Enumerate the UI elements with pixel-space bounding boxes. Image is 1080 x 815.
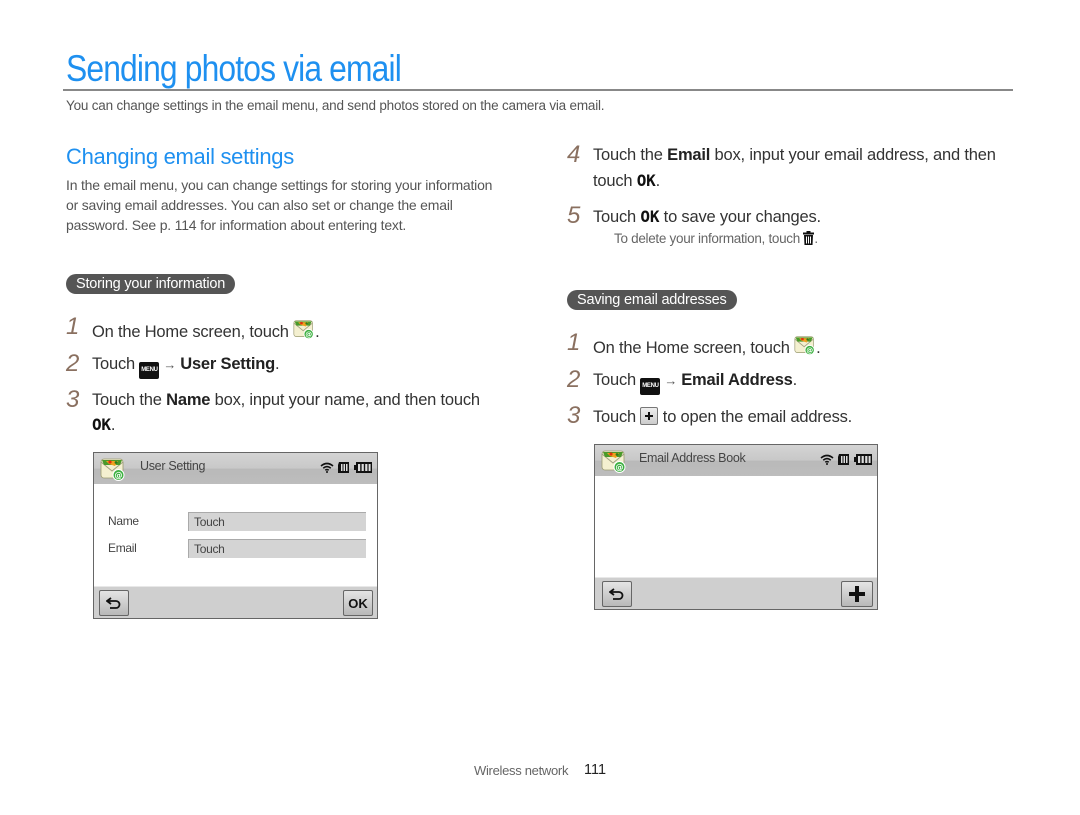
ok-icon: OK: [92, 415, 111, 434]
note-text-end: .: [814, 231, 818, 246]
step-text: On the Home screen, touch: [593, 339, 795, 357]
saving-addresses-label: Saving email addresses: [567, 290, 737, 310]
note-text: To delete your information, touch: [614, 231, 804, 246]
step-text-end: .: [655, 172, 661, 190]
step-text-end: to save your changes.: [659, 208, 821, 226]
ok-icon: OK: [640, 207, 660, 226]
wifi-icon: [320, 462, 334, 473]
name-label: Name: [166, 391, 211, 409]
wifi-icon: [820, 454, 834, 465]
step-text: Touch: [593, 208, 641, 226]
ok-button[interactable]: OK: [343, 590, 373, 616]
screen-title: Email Address Book: [639, 451, 746, 465]
battery-icon: [354, 462, 372, 473]
ok-icon: OK: [636, 171, 656, 190]
plus-icon: [640, 407, 659, 425]
step-text: Touch: [92, 355, 140, 373]
user-setting-label: User Setting: [180, 355, 276, 373]
email-app-icon: [100, 456, 126, 482]
status-icons: [820, 454, 872, 465]
step-text-end: to open the email address.: [658, 408, 853, 426]
step-number: 2: [567, 366, 581, 393]
memory-card-icon: [338, 462, 350, 473]
step-number: 3: [567, 402, 581, 429]
email-label: Email: [667, 146, 711, 164]
step-text: Touch the: [593, 146, 668, 164]
step-text-end: .: [816, 339, 821, 357]
step-number: 2: [66, 350, 80, 377]
step-number: 5: [567, 202, 581, 229]
user-setting-screen: User Setting Name Touch Email Touch OK: [93, 452, 378, 619]
back-button[interactable]: [99, 590, 129, 616]
ok-button-label: OK: [348, 595, 368, 611]
back-button[interactable]: [602, 581, 632, 607]
email-field-label: Email: [108, 541, 137, 555]
email-app-icon: [293, 318, 315, 340]
battery-icon: [854, 454, 872, 465]
delete-note: To delete your information, touch .: [614, 231, 818, 246]
menu-icon: MENU: [139, 362, 160, 379]
back-icon: [106, 597, 122, 609]
status-icons: [320, 462, 372, 473]
memory-card-icon: [838, 454, 850, 465]
arrow-icon: →: [163, 357, 177, 372]
footer-section: Wireless network: [474, 763, 569, 778]
name-field[interactable]: Touch: [188, 512, 366, 531]
email-address-book-screen: Email Address Book: [594, 444, 878, 610]
back-icon: [609, 588, 625, 600]
step-number: 1: [66, 313, 80, 340]
page-number: 111: [584, 762, 607, 778]
step-text-mid: box, input your name, and then touch: [210, 391, 480, 409]
screen-footer: [595, 577, 877, 609]
step-text-end: .: [110, 416, 116, 434]
step-text: Touch: [593, 408, 641, 426]
email-address-label: Email Address: [681, 371, 793, 389]
step-text-end: .: [792, 371, 798, 389]
step-number: 1: [567, 329, 581, 356]
step-text: On the Home screen, touch: [92, 323, 294, 341]
trash-icon: [803, 231, 814, 245]
storing-info-label: Storing your information: [66, 274, 236, 294]
menu-icon: MENU: [640, 378, 661, 395]
page-title: Sending photos via email: [66, 48, 402, 89]
screen-header: User Setting: [94, 453, 377, 484]
email-app-icon: [601, 448, 627, 474]
step-text: Touch the: [92, 391, 167, 409]
section-title: Changing email settings: [66, 144, 294, 169]
section-description: In the email menu, you can change settin…: [66, 177, 493, 233]
email-app-icon: [794, 334, 816, 356]
step-number: 3: [66, 386, 80, 413]
arrow-icon: →: [664, 373, 678, 388]
step-text-end: .: [315, 323, 320, 341]
title-divider: [63, 89, 1013, 91]
step-number: 4: [567, 141, 581, 168]
plus-icon: [849, 586, 865, 602]
step-text-end: .: [275, 355, 280, 373]
screen-footer: OK: [94, 586, 377, 618]
screen-title: User Setting: [140, 459, 206, 473]
step-text-line2: touch: [593, 172, 637, 190]
step-text: Touch: [593, 371, 641, 389]
name-field-label: Name: [108, 514, 139, 528]
intro-text: You can change settings in the email men…: [66, 98, 605, 113]
step-text-mid: box, input your email address, and then: [710, 146, 996, 164]
add-address-button[interactable]: [841, 581, 873, 607]
screen-header: Email Address Book: [595, 445, 877, 476]
email-field[interactable]: Touch: [188, 539, 366, 558]
